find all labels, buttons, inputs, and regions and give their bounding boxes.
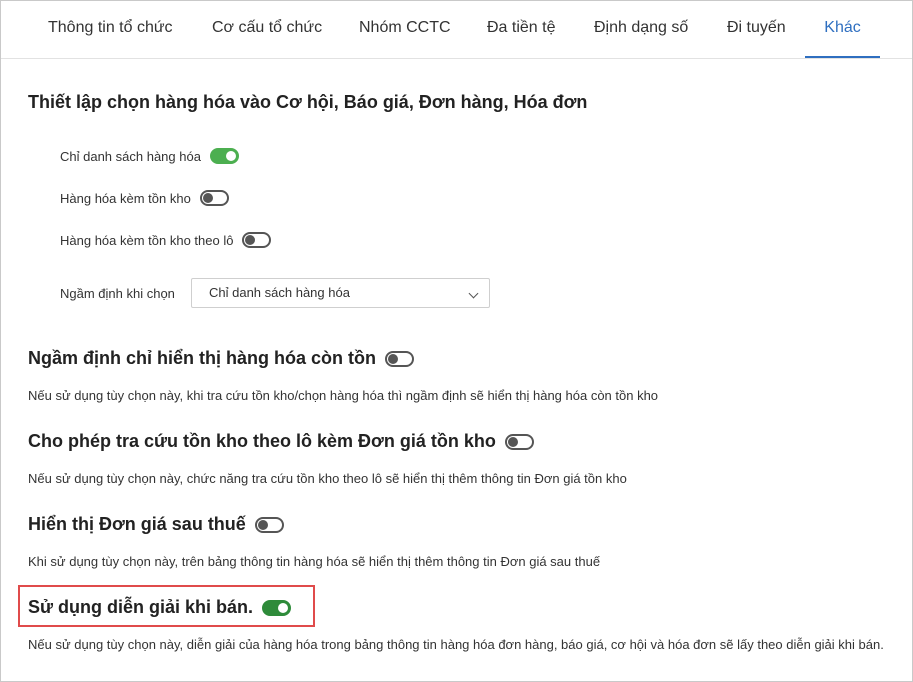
toggle-switch[interactable] <box>385 350 414 367</box>
settings-panel: Thông tin tổ chức Cơ cấu tổ chức Nhóm CC… <box>0 0 913 682</box>
setting-title-text: Hiển thị Đơn giá sau thuế <box>28 514 246 534</box>
tab-thong-tin-to-chuc[interactable]: Thông tin tổ chức <box>48 1 173 58</box>
setting-title-text: Ngầm định chỉ hiển thị hàng hóa còn tồn <box>28 348 376 368</box>
product-selection-title: Thiết lập chọn hàng hóa vào Cơ hội, Báo … <box>28 92 588 112</box>
option-product-with-stock: Hàng hóa kèm tồn kho <box>60 190 229 206</box>
setting-title-price-after-tax: Hiển thị Đơn giá sau thuế <box>28 514 284 535</box>
setting-title-sales-description: Sử dụng diễn giải khi bán. <box>28 597 292 618</box>
toggle-switch[interactable] <box>242 232 272 248</box>
default-select-value: Chỉ danh sách hàng hóa <box>209 285 350 300</box>
option-label: Hàng hóa kèm tồn kho theo lô <box>60 232 234 248</box>
tab-co-cau-to-chuc[interactable]: Cơ cấu tổ chức <box>212 1 322 58</box>
toggle-switch[interactable] <box>254 516 284 533</box>
setting-description: Nếu sử dụng tùy chọn này, chức năng tra … <box>28 471 627 486</box>
option-label: Hàng hóa kèm tồn kho <box>60 190 191 206</box>
toggle-switch[interactable] <box>262 599 292 616</box>
setting-description: Nếu sử dụng tùy chọn này, khi tra cứu tồ… <box>28 388 659 403</box>
tab-bar: Thông tin tổ chức Cơ cấu tổ chức Nhóm CC… <box>1 1 912 59</box>
setting-title-text: Sử dụng diễn giải khi bán. <box>28 597 254 617</box>
default-select-label: Ngầm định khi chọn <box>60 286 175 301</box>
toggle-switch[interactable] <box>199 190 229 206</box>
tab-nhom-cctc[interactable]: Nhóm CCTC <box>359 1 451 58</box>
option-product-list-only: Chỉ danh sách hàng hóa <box>60 148 239 164</box>
tab-di-tuyen[interactable]: Đi tuyến <box>727 1 786 58</box>
tab-da-tien-te[interactable]: Đa tiền tệ <box>487 1 555 58</box>
chevron-down-icon <box>468 288 479 299</box>
setting-description: Khi sử dụng tùy chọn này, trên bảng thôn… <box>28 554 601 569</box>
toggle-switch[interactable] <box>504 433 534 450</box>
setting-description: Nếu sử dụng tùy chọn này, diễn giải của … <box>28 637 884 652</box>
setting-title-in-stock-only: Ngầm định chỉ hiển thị hàng hóa còn tồn <box>28 348 414 369</box>
setting-title-text: Cho phép tra cứu tồn kho theo lô kèm Đơn… <box>28 431 496 451</box>
tab-khac[interactable]: Khác <box>805 1 880 58</box>
tab-dinh-dang-so[interactable]: Định dạng số <box>594 1 688 58</box>
default-select-dropdown[interactable]: Chỉ danh sách hàng hóa <box>191 278 490 308</box>
setting-title-lot-stock-price: Cho phép tra cứu tồn kho theo lô kèm Đơn… <box>28 431 534 452</box>
option-label: Chỉ danh sách hàng hóa <box>60 148 201 164</box>
option-product-with-stock-lot: Hàng hóa kèm tồn kho theo lô <box>60 232 272 248</box>
toggle-switch[interactable] <box>209 148 239 164</box>
